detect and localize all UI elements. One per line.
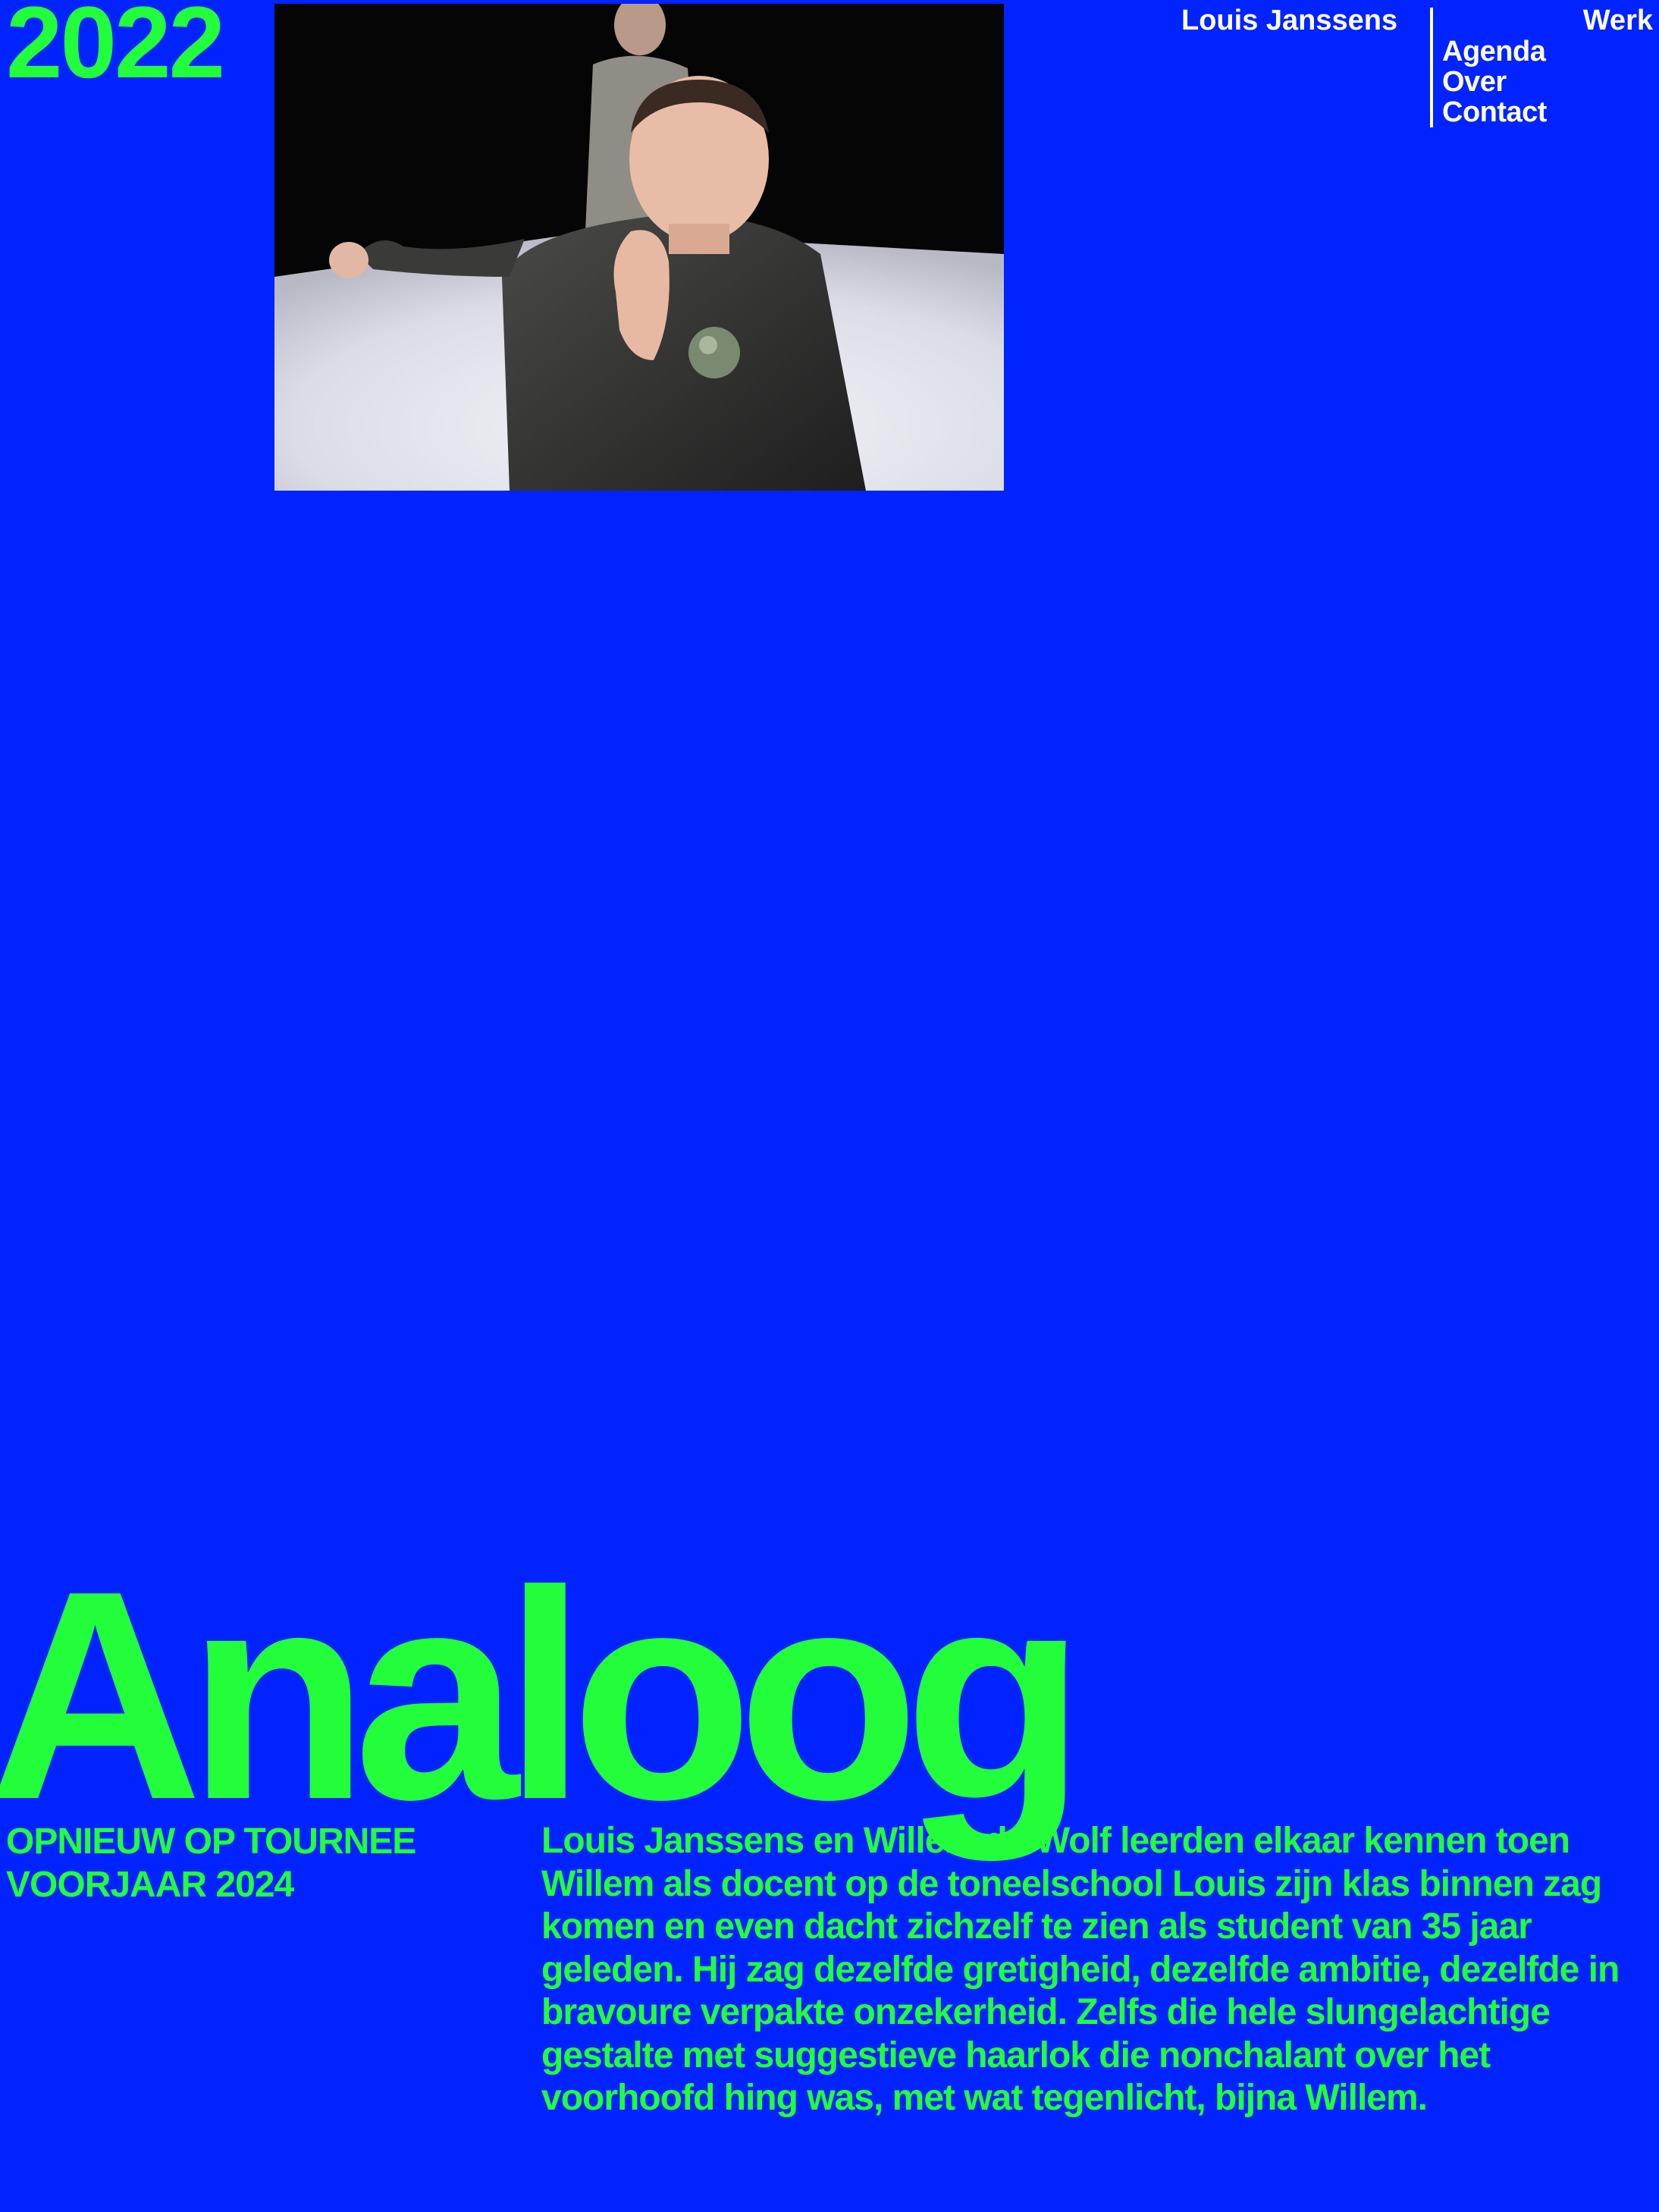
description-text: Louis Janssens en Willem de Wolf leerden…	[541, 1821, 1620, 2118]
tour-notice: OPNIEUW OP TOURNEE VOORJAAR 2024	[6, 1821, 416, 1905]
nav-item-werk[interactable]: Werk	[1583, 6, 1653, 35]
nav-item-over[interactable]: Over	[1442, 67, 1547, 97]
site-name-link[interactable]: Louis Janssens	[1181, 6, 1397, 35]
nav-item-agenda[interactable]: Agenda	[1442, 36, 1547, 67]
year-label: 2022	[6, 0, 225, 99]
nav-item-contact[interactable]: Contact	[1442, 97, 1547, 127]
performance-photo	[274, 4, 1004, 491]
main-nav: Agenda Over Contact	[1442, 36, 1547, 127]
page-title: Analoog	[0, 1530, 1086, 1862]
nav-divider	[1430, 8, 1433, 127]
